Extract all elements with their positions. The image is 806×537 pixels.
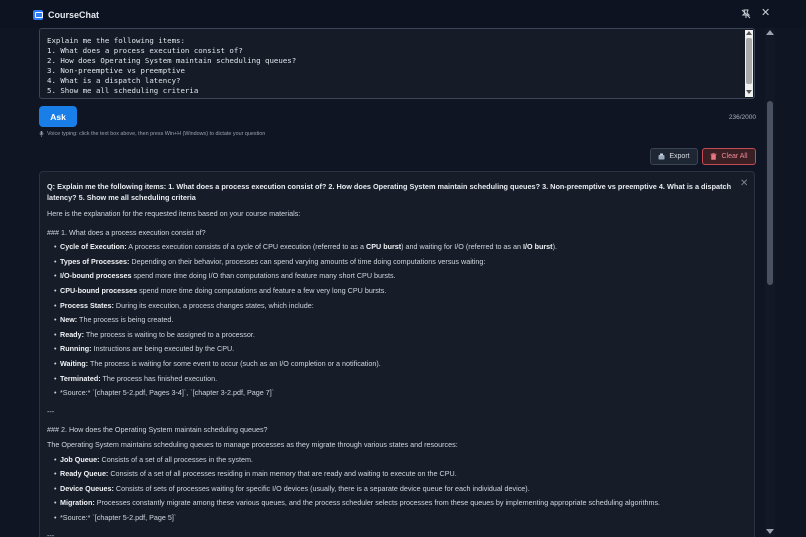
answer-intro: Here is the explanation for the requeste… [47, 209, 301, 218]
answer-body: Here is the explanation for the requeste… [47, 207, 747, 537]
clear-all-button-label: Clear All [721, 153, 748, 160]
window-close-icon[interactable]: ✕ [761, 8, 771, 19]
export-button-label: Export [669, 153, 690, 160]
source-citation: *Source:* `[chapter 5-2.pdf, Page 5]` [47, 511, 747, 526]
list-item: Ready: The process is waiting to be assi… [47, 328, 747, 343]
scroll-up-arrow-icon[interactable] [766, 30, 774, 35]
unpin-icon[interactable] [741, 9, 751, 19]
list-item: Process States: During its execution, a … [47, 299, 747, 314]
clear-all-button[interactable]: Clear All [702, 148, 756, 165]
question-scroll-up-icon[interactable] [746, 31, 752, 35]
list-item: Types of Processes: Depending on their b… [47, 255, 747, 270]
export-icon [658, 153, 665, 160]
section-intro: The Operating System maintains schedulin… [47, 439, 458, 449]
app-logo-icon [33, 10, 43, 20]
section-heading: ### 1. What does a process execution con… [47, 227, 206, 237]
list-item: Waiting: The process is waiting for some… [47, 357, 747, 372]
app-title: CourseChat [48, 10, 100, 20]
title-bar: CourseChat ✕ [0, 0, 806, 28]
section-heading: ### 2. How does the Operating System mai… [47, 425, 268, 435]
character-count: 236/2000 [728, 114, 756, 121]
answer-close-icon[interactable]: ✕ [740, 179, 748, 189]
scroll-down-arrow-icon[interactable] [766, 529, 774, 534]
section-separator: --- [47, 406, 55, 416]
question-input[interactable]: Explain me the following items: 1. What … [39, 28, 755, 99]
list-item: Running: Instructions are being executed… [47, 342, 747, 357]
list-item: Cycle of Execution: A process execution … [47, 240, 747, 255]
question-input-text[interactable]: Explain me the following items: 1. What … [47, 36, 737, 96]
source-citation: *Source:* `[chapter 5-2.pdf, Pages 3-4]`… [47, 386, 747, 401]
list-item: Ready Queue: Consists of a set of all pr… [47, 467, 747, 482]
list-item: CPU-bound processes spend more time doin… [47, 284, 747, 299]
list-item: I/O-bound processes spend more time doin… [47, 269, 747, 284]
ask-button[interactable]: Ask [39, 106, 77, 127]
microphone-icon [39, 131, 44, 137]
question-scroll-down-icon[interactable] [746, 90, 752, 94]
list-item: Device Queues: Consists of sets of proce… [47, 482, 747, 497]
voice-typing-hint: Voice typing: click the text box above, … [39, 131, 265, 137]
export-button[interactable]: Export [650, 148, 698, 165]
section-separator: --- [47, 531, 55, 537]
list-item: Migration: Processes constantly migrate … [47, 496, 747, 511]
main-scrollbar-thumb[interactable] [767, 101, 773, 285]
answer-card: ✕ Q: Explain me the following items: 1. … [39, 171, 755, 537]
list-item: Job Queue: Consists of a set of all proc… [47, 453, 747, 468]
list-item: New: The process is being created. [47, 313, 747, 328]
question-scrollbar-thumb[interactable] [746, 38, 752, 84]
voice-typing-hint-text: Voice typing: click the text box above, … [47, 131, 266, 137]
list-item: Terminated: The process has finished exe… [47, 372, 747, 387]
trash-icon [710, 153, 717, 160]
answer-question: Q: Explain me the following items: 1. Wh… [47, 182, 732, 202]
